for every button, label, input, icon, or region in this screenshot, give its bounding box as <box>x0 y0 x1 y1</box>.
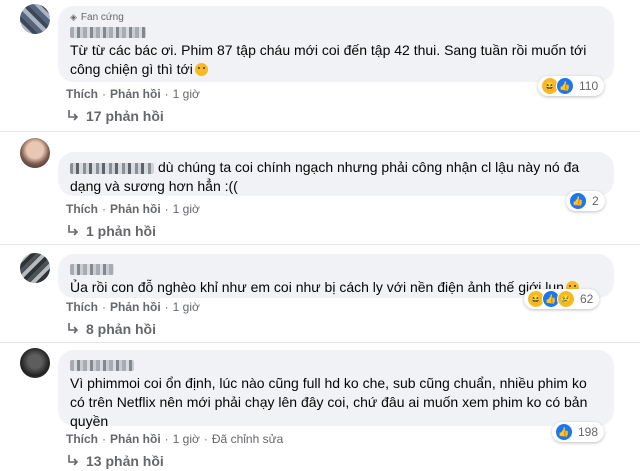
comment-text: dù chúng ta coi chính ngạch nhưng phải c… <box>70 159 580 194</box>
reply-button[interactable]: Phản hồi <box>110 432 161 446</box>
separator: · <box>102 87 106 101</box>
timestamp[interactable]: 1 giờ <box>173 300 200 314</box>
comment-actions: Thích · Phản hồi · 1 giờ <box>66 202 200 216</box>
reply-button[interactable]: Phản hồi <box>110 87 161 101</box>
divider <box>0 131 640 132</box>
separator: · <box>102 300 106 314</box>
author-name[interactable] <box>70 23 602 41</box>
divider <box>0 244 640 245</box>
author-name[interactable] <box>70 260 602 278</box>
author-name[interactable] <box>70 356 602 374</box>
avatar[interactable] <box>20 138 50 168</box>
reaction-summary[interactable]: 😆 👍 110 <box>538 76 605 96</box>
replies-count: 13 phản hồi <box>86 453 164 469</box>
reply-arrow-icon <box>68 323 79 334</box>
view-replies[interactable]: 8 phản hồi <box>66 321 156 337</box>
reaction-count: 110 <box>579 79 599 93</box>
author-name[interactable] <box>70 162 154 174</box>
like-icon: 👍 <box>556 77 574 95</box>
separator: · <box>203 432 208 446</box>
avatar[interactable] <box>20 348 50 378</box>
separator: · <box>102 432 106 446</box>
reply-button[interactable]: Phản hồi <box>110 300 161 314</box>
emoji-icon <box>194 63 208 76</box>
separator: · <box>102 202 106 216</box>
like-button[interactable]: Thích <box>66 432 98 446</box>
timestamp[interactable]: 1 giờ <box>173 87 200 101</box>
comment-bubble: ◈ Fan cứng Từ từ các bác ơi. Phim 87 tập… <box>58 6 614 82</box>
replies-count: 8 phản hồi <box>86 321 156 337</box>
comment-text: Ủa rồi con đỗ nghèo khỉ như em coi như b… <box>70 278 602 297</box>
replies-count: 17 phản hồi <box>86 108 164 124</box>
reaction-count: 2 <box>592 194 599 208</box>
reaction-summary[interactable]: 👍 2 <box>566 191 605 211</box>
reaction-summary[interactable]: 😆 👍 😢 62 <box>524 289 600 309</box>
comment-text: Từ từ các bác ơi. Phim 87 tập cháu mới c… <box>70 42 587 77</box>
separator: · <box>164 87 169 101</box>
avatar[interactable] <box>20 4 50 34</box>
fan-badge: ◈ Fan cứng <box>70 12 602 23</box>
reaction-count: 62 <box>580 292 594 306</box>
like-button[interactable]: Thích <box>66 202 98 216</box>
comment-actions: Thích · Phản hồi · 1 giờ · Đã chỉnh sửa <box>66 432 283 446</box>
reaction-summary[interactable]: 👍 198 <box>552 422 605 442</box>
separator: · <box>164 300 169 314</box>
view-replies[interactable]: 17 phản hồi <box>66 108 164 124</box>
separator: · <box>164 202 169 216</box>
like-icon: 👍 <box>569 192 587 210</box>
divider <box>0 342 640 343</box>
replies-count: 1 phản hồi <box>86 223 156 239</box>
like-button[interactable]: Thích <box>66 87 98 101</box>
avatar[interactable] <box>20 253 50 283</box>
comment-actions: Thích · Phản hồi · 1 giờ <box>66 87 200 101</box>
reply-arrow-icon <box>68 225 79 236</box>
view-replies[interactable]: 1 phản hồi <box>66 223 156 239</box>
timestamp[interactable]: 1 giờ <box>173 202 200 216</box>
diamond-icon: ◈ <box>70 12 77 22</box>
reaction-count: 198 <box>578 425 599 439</box>
separator: · <box>164 432 169 446</box>
badge-label: Fan cứng <box>80 12 124 23</box>
comment-text: Vì phimmoi coi ổn định, lúc nào cũng ful… <box>70 375 588 429</box>
reply-arrow-icon <box>68 110 79 121</box>
like-icon: 👍 <box>555 423 573 441</box>
comment-actions: Thích · Phản hồi · 1 giờ <box>66 300 200 314</box>
comment-bubble: dù chúng ta coi chính ngạch nhưng phải c… <box>58 152 614 196</box>
reply-button[interactable]: Phản hồi <box>110 202 161 216</box>
like-button[interactable]: Thích <box>66 300 98 314</box>
view-replies[interactable]: 13 phản hồi <box>66 453 164 469</box>
edited-label: Đã chỉnh sửa <box>211 432 284 446</box>
reply-arrow-icon <box>68 455 79 466</box>
timestamp[interactable]: 1 giờ <box>173 432 200 446</box>
sad-icon: 😢 <box>557 290 575 308</box>
comment-bubble: Vì phimmoi coi ổn định, lúc nào cũng ful… <box>58 350 614 429</box>
